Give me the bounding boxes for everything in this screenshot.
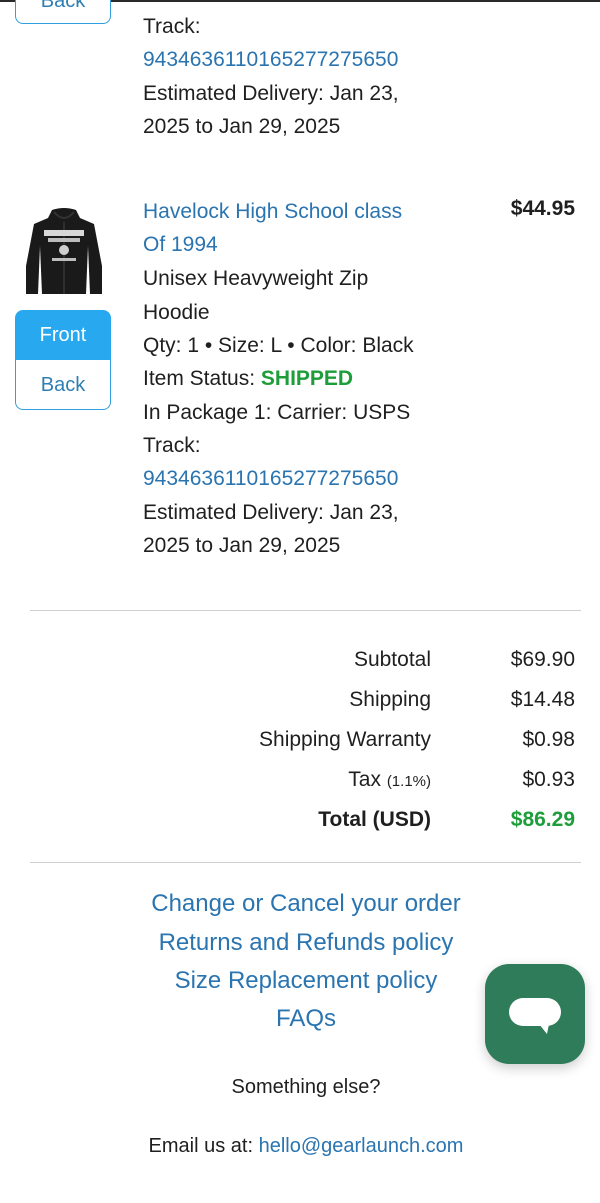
tax-value: $0.93 (522, 768, 575, 791)
email-link[interactable]: hello@gearlaunch.com (259, 1135, 464, 1157)
change-cancel-order-link[interactable]: Change or Cancel your order (0, 890, 600, 918)
chat-bubble-icon (509, 998, 561, 1034)
black-hoodie-image (26, 208, 102, 294)
item-status-label: Item Status: (143, 367, 261, 390)
product-type: Unisex Heavyweight Zip (143, 267, 369, 290)
divider (30, 610, 581, 611)
subtotal-value: $69.90 (510, 648, 575, 671)
previous-estimated-delivery-dates: 2025 to Jan 29, 2025 (143, 115, 341, 138)
tracking-number-link[interactable]: 9434636110165277275650 (143, 462, 398, 496)
chat-widget-button[interactable] (485, 964, 585, 1064)
previous-tracking-link[interactable]: 9434636110165277275650 (143, 43, 398, 77)
warranty-value: $0.98 (522, 728, 575, 751)
status-badge: SHIPPED (260, 367, 354, 390)
track-label: Track: (143, 434, 201, 457)
estimated-delivery: Estimated Delivery: Jan 23, (143, 501, 399, 524)
tax-label-text: Tax (348, 768, 381, 791)
item-status: Item Status: SHIPPED (143, 362, 353, 396)
warranty-label: Shipping Warranty (259, 728, 431, 751)
tax-label: Tax (1.1%) (348, 768, 431, 792)
previous-track-label: Track: (143, 15, 201, 38)
email-line: Email us at: hello@gearlaunch.com (0, 1135, 600, 1158)
item-title-link[interactable]: Havelock High School class (143, 195, 402, 229)
back-view-button[interactable]: Back (15, 360, 111, 410)
email-prefix: Email us at: (148, 1135, 259, 1157)
shipping-label: Shipping (349, 688, 431, 711)
item-title-link-line2[interactable]: Of 1994 (143, 228, 218, 262)
product-type-line2: Hoodie (143, 301, 210, 324)
subtotal-label: Subtotal (353, 648, 431, 671)
tax-rate: (1.1%) (386, 773, 431, 790)
returns-refunds-policy-link[interactable]: Returns and Refunds policy (0, 929, 600, 957)
item-price: $44.95 (510, 197, 575, 220)
estimated-delivery-dates: 2025 to Jan 29, 2025 (143, 534, 341, 557)
front-view-button[interactable]: Front (15, 310, 111, 360)
something-else-text: Something else? (231, 1076, 381, 1098)
total-label: Total (USD) (318, 808, 431, 831)
previous-item-back-button[interactable]: Back (15, 0, 111, 24)
previous-estimated-delivery: Estimated Delivery: Jan 23, (143, 82, 399, 105)
shipping-value: $14.48 (510, 688, 575, 711)
total-value: $86.29 (510, 808, 575, 831)
divider (30, 862, 581, 863)
package-info: In Package 1: Carrier: USPS (143, 401, 411, 424)
qty-size-color: Qty: 1 • Size: L • Color: Black (143, 334, 414, 357)
